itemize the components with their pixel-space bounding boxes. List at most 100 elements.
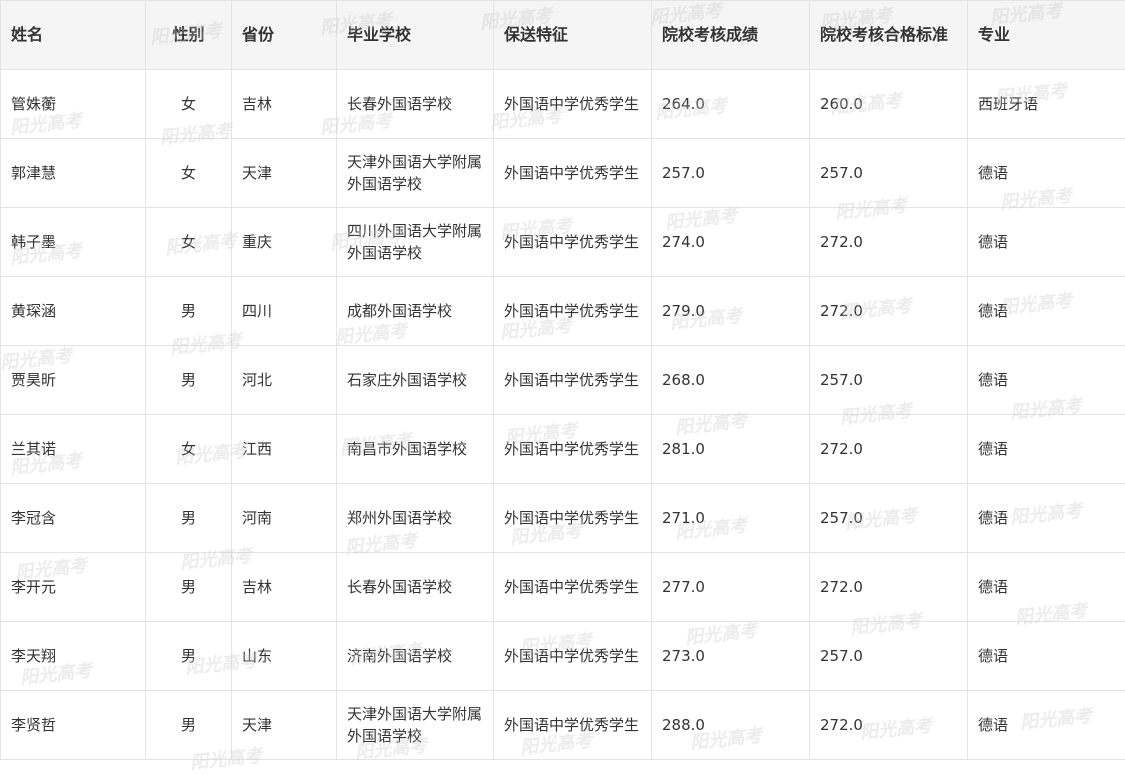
cell-score: 271.0	[652, 484, 810, 553]
cell-gender: 男	[146, 691, 232, 760]
table-row: 黄琛涵男四川成都外国语学校外国语中学优秀学生279.0272.0德语	[1, 277, 1125, 346]
cell-feature: 外国语中学优秀学生	[494, 622, 652, 691]
cell-school: 石家庄外国语学校	[337, 346, 494, 415]
cell-province: 天津	[232, 139, 337, 208]
cell-major: 德语	[968, 415, 1125, 484]
table-row: 贾昊昕男河北石家庄外国语学校外国语中学优秀学生268.0257.0德语	[1, 346, 1125, 415]
header-province: 省份	[232, 1, 337, 70]
cell-feature: 外国语中学优秀学生	[494, 70, 652, 139]
cell-province: 河南	[232, 484, 337, 553]
cell-feature: 外国语中学优秀学生	[494, 277, 652, 346]
cell-major: 德语	[968, 277, 1125, 346]
cell-province: 天津	[232, 691, 337, 760]
cell-gender: 男	[146, 553, 232, 622]
cell-major: 德语	[968, 208, 1125, 277]
cell-name: 韩子墨	[1, 208, 146, 277]
cell-gender: 男	[146, 346, 232, 415]
cell-score: 257.0	[652, 139, 810, 208]
table-row: 兰其诺女江西南昌市外国语学校外国语中学优秀学生281.0272.0德语	[1, 415, 1125, 484]
cell-school: 长春外国语学校	[337, 553, 494, 622]
cell-score: 281.0	[652, 415, 810, 484]
cell-school: 济南外国语学校	[337, 622, 494, 691]
cell-passing-standard: 272.0	[810, 691, 968, 760]
header-passing-standard: 院校考核合格标准	[810, 1, 968, 70]
cell-name: 李贤哲	[1, 691, 146, 760]
cell-score: 288.0	[652, 691, 810, 760]
table-row: 郭津慧女天津天津外国语大学附属外国语学校外国语中学优秀学生257.0257.0德…	[1, 139, 1125, 208]
cell-name: 李开元	[1, 553, 146, 622]
cell-feature: 外国语中学优秀学生	[494, 484, 652, 553]
cell-school: 南昌市外国语学校	[337, 415, 494, 484]
cell-gender: 男	[146, 277, 232, 346]
cell-score: 268.0	[652, 346, 810, 415]
cell-score: 274.0	[652, 208, 810, 277]
table-row: 韩子墨女重庆四川外国语大学附属外国语学校外国语中学优秀学生274.0272.0德…	[1, 208, 1125, 277]
cell-score: 279.0	[652, 277, 810, 346]
table-body: 管姝蘅女吉林长春外国语学校外国语中学优秀学生264.0260.0西班牙语郭津慧女…	[1, 70, 1125, 760]
cell-major: 德语	[968, 139, 1125, 208]
cell-major: 德语	[968, 622, 1125, 691]
header-score: 院校考核成绩	[652, 1, 810, 70]
cell-feature: 外国语中学优秀学生	[494, 346, 652, 415]
cell-major: 西班牙语	[968, 70, 1125, 139]
cell-passing-standard: 272.0	[810, 415, 968, 484]
cell-school: 四川外国语大学附属外国语学校	[337, 208, 494, 277]
cell-name: 管姝蘅	[1, 70, 146, 139]
cell-feature: 外国语中学优秀学生	[494, 553, 652, 622]
cell-score: 277.0	[652, 553, 810, 622]
header-feature: 保送特征	[494, 1, 652, 70]
cell-feature: 外国语中学优秀学生	[494, 139, 652, 208]
table-row: 李贤哲男天津天津外国语大学附属外国语学校外国语中学优秀学生288.0272.0德…	[1, 691, 1125, 760]
table-row: 李冠含男河南郑州外国语学校外国语中学优秀学生271.0257.0德语	[1, 484, 1125, 553]
table-row: 李天翔男山东济南外国语学校外国语中学优秀学生273.0257.0德语	[1, 622, 1125, 691]
cell-gender: 男	[146, 484, 232, 553]
cell-gender: 女	[146, 415, 232, 484]
cell-score: 264.0	[652, 70, 810, 139]
cell-province: 吉林	[232, 70, 337, 139]
header-name: 姓名	[1, 1, 146, 70]
cell-name: 李冠含	[1, 484, 146, 553]
cell-major: 德语	[968, 553, 1125, 622]
table-header: 姓名 性别 省份 毕业学校 保送特征 院校考核成绩 院校考核合格标准 专业	[1, 1, 1125, 70]
cell-major: 德语	[968, 691, 1125, 760]
cell-feature: 外国语中学优秀学生	[494, 415, 652, 484]
cell-school: 天津外国语大学附属外国语学校	[337, 139, 494, 208]
cell-province: 重庆	[232, 208, 337, 277]
cell-gender: 女	[146, 139, 232, 208]
header-gender: 性别	[146, 1, 232, 70]
cell-gender: 女	[146, 70, 232, 139]
cell-school: 郑州外国语学校	[337, 484, 494, 553]
admissions-table: 姓名 性别 省份 毕业学校 保送特征 院校考核成绩 院校考核合格标准 专业 管姝…	[0, 0, 1125, 760]
cell-passing-standard: 257.0	[810, 139, 968, 208]
cell-province: 山东	[232, 622, 337, 691]
cell-score: 273.0	[652, 622, 810, 691]
cell-province: 吉林	[232, 553, 337, 622]
cell-passing-standard: 260.0	[810, 70, 968, 139]
cell-name: 郭津慧	[1, 139, 146, 208]
cell-passing-standard: 257.0	[810, 346, 968, 415]
cell-school: 成都外国语学校	[337, 277, 494, 346]
header-row: 姓名 性别 省份 毕业学校 保送特征 院校考核成绩 院校考核合格标准 专业	[1, 1, 1125, 70]
cell-passing-standard: 257.0	[810, 622, 968, 691]
cell-name: 贾昊昕	[1, 346, 146, 415]
cell-passing-standard: 272.0	[810, 553, 968, 622]
cell-school: 长春外国语学校	[337, 70, 494, 139]
cell-passing-standard: 272.0	[810, 277, 968, 346]
table-row: 管姝蘅女吉林长春外国语学校外国语中学优秀学生264.0260.0西班牙语	[1, 70, 1125, 139]
cell-school: 天津外国语大学附属外国语学校	[337, 691, 494, 760]
cell-province: 四川	[232, 277, 337, 346]
cell-passing-standard: 272.0	[810, 208, 968, 277]
table-row: 李开元男吉林长春外国语学校外国语中学优秀学生277.0272.0德语	[1, 553, 1125, 622]
cell-major: 德语	[968, 346, 1125, 415]
cell-gender: 男	[146, 622, 232, 691]
header-major: 专业	[968, 1, 1125, 70]
cell-gender: 女	[146, 208, 232, 277]
cell-name: 兰其诺	[1, 415, 146, 484]
cell-major: 德语	[968, 484, 1125, 553]
cell-feature: 外国语中学优秀学生	[494, 691, 652, 760]
header-school: 毕业学校	[337, 1, 494, 70]
cell-feature: 外国语中学优秀学生	[494, 208, 652, 277]
cell-passing-standard: 257.0	[810, 484, 968, 553]
cell-province: 江西	[232, 415, 337, 484]
cell-province: 河北	[232, 346, 337, 415]
